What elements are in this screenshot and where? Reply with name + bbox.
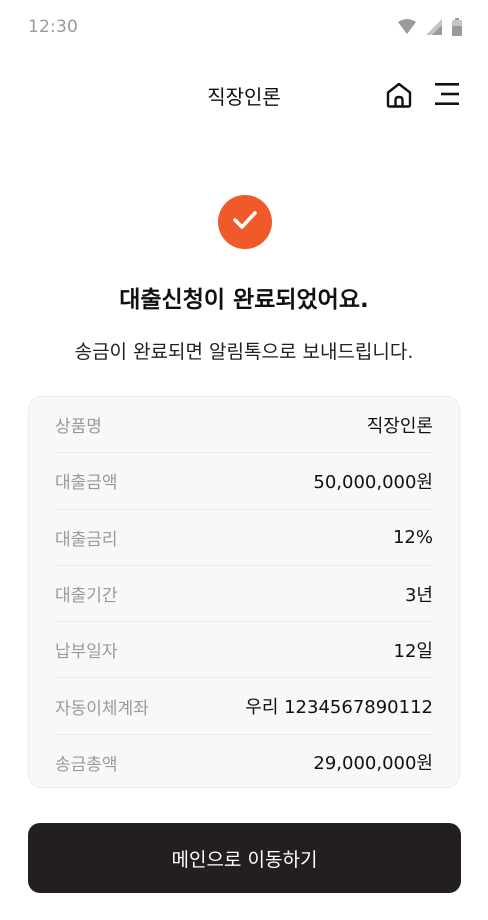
loan-summary-card: 상품명 직장인론 대출금액 50,000,000원 대출금리 12% 대출기간 … — [28, 396, 460, 788]
summary-row-payment-day: 납부일자 12일 — [55, 622, 433, 679]
summary-row-amount: 대출금액 50,000,000원 — [55, 453, 433, 510]
row-value: 우리 1234567890112 — [245, 697, 433, 719]
go-to-main-button[interactable]: 메인으로 이동하기 — [28, 823, 461, 893]
row-label: 상품명 — [55, 417, 102, 438]
summary-row-product: 상품명 직장인론 — [55, 397, 433, 454]
row-value: 직장인론 — [366, 415, 433, 437]
home-button[interactable] — [384, 80, 414, 110]
page-title: 직장인론 — [207, 85, 281, 109]
status-icons — [398, 18, 462, 36]
completion-title: 대출신청이 완료되었어요. — [119, 287, 369, 313]
row-label: 대출금리 — [55, 529, 118, 550]
status-time: 12:30 — [28, 17, 78, 37]
completion-subtitle: 송금이 완료되면 알림톡으로 보내드립니다. — [74, 341, 414, 363]
row-value: 29,000,000원 — [313, 753, 433, 775]
row-label: 대출금액 — [55, 473, 118, 494]
row-label: 자동이체계좌 — [55, 698, 149, 719]
row-label: 납부일자 — [55, 642, 118, 663]
battery-icon — [452, 18, 462, 36]
wifi-icon — [398, 19, 416, 35]
menu-button[interactable] — [433, 81, 461, 107]
menu-icon — [433, 83, 461, 111]
summary-row-transfer-total: 송금총액 29,000,000원 — [55, 735, 433, 790]
summary-row-rate: 대출금리 12% — [55, 510, 433, 566]
row-value: 12% — [392, 526, 433, 548]
signal-icon — [426, 19, 442, 35]
row-value: 12일 — [393, 640, 433, 662]
row-label: 대출기간 — [55, 586, 118, 607]
success-badge — [218, 195, 272, 249]
summary-row-autopay-account: 자동이체계좌 우리 1234567890112 — [55, 678, 433, 735]
check-icon — [232, 210, 258, 234]
row-label: 송금총액 — [55, 754, 118, 775]
summary-row-period: 대출기간 3년 — [55, 566, 433, 623]
app-header: 직장인론 — [0, 70, 488, 118]
row-value: 50,000,000원 — [313, 471, 433, 493]
row-value: 3년 — [404, 584, 433, 606]
home-icon — [384, 82, 414, 114]
status-bar: 12:30 — [0, 0, 488, 56]
